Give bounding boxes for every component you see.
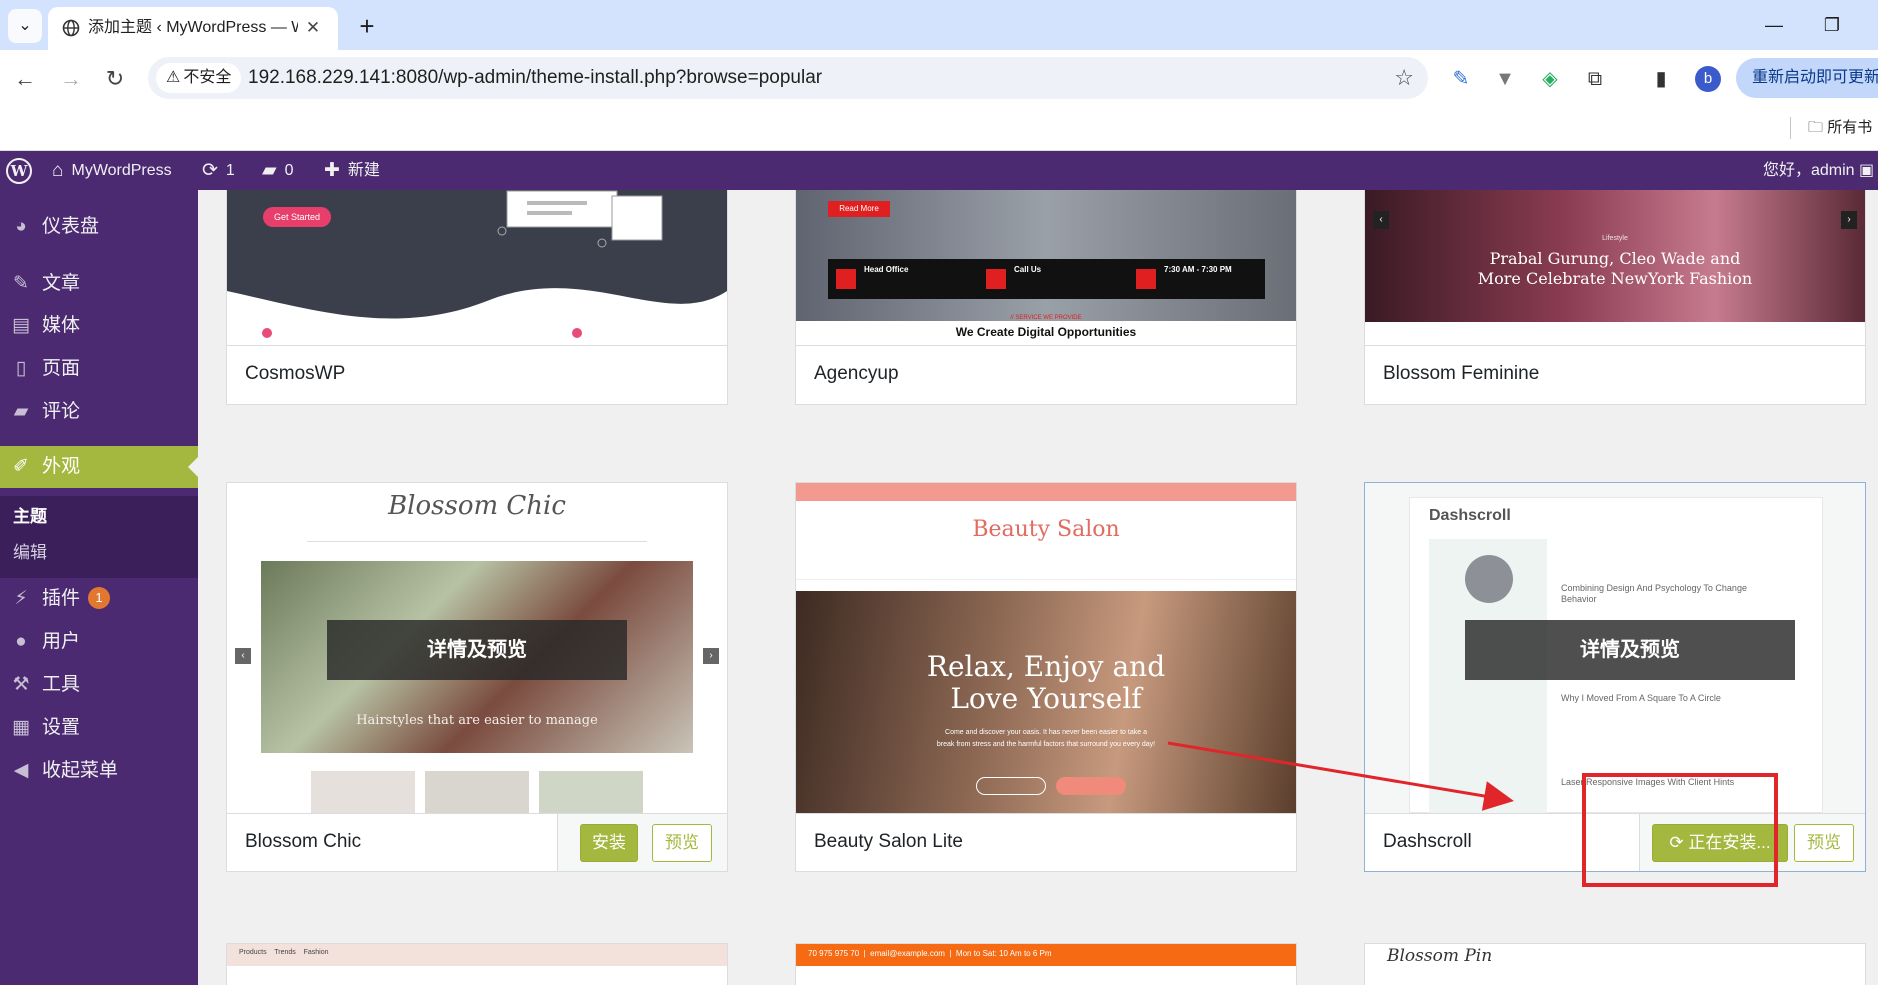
annotation-arrow [1167,741,1514,811]
annotation-highlight-box [1582,773,1778,887]
